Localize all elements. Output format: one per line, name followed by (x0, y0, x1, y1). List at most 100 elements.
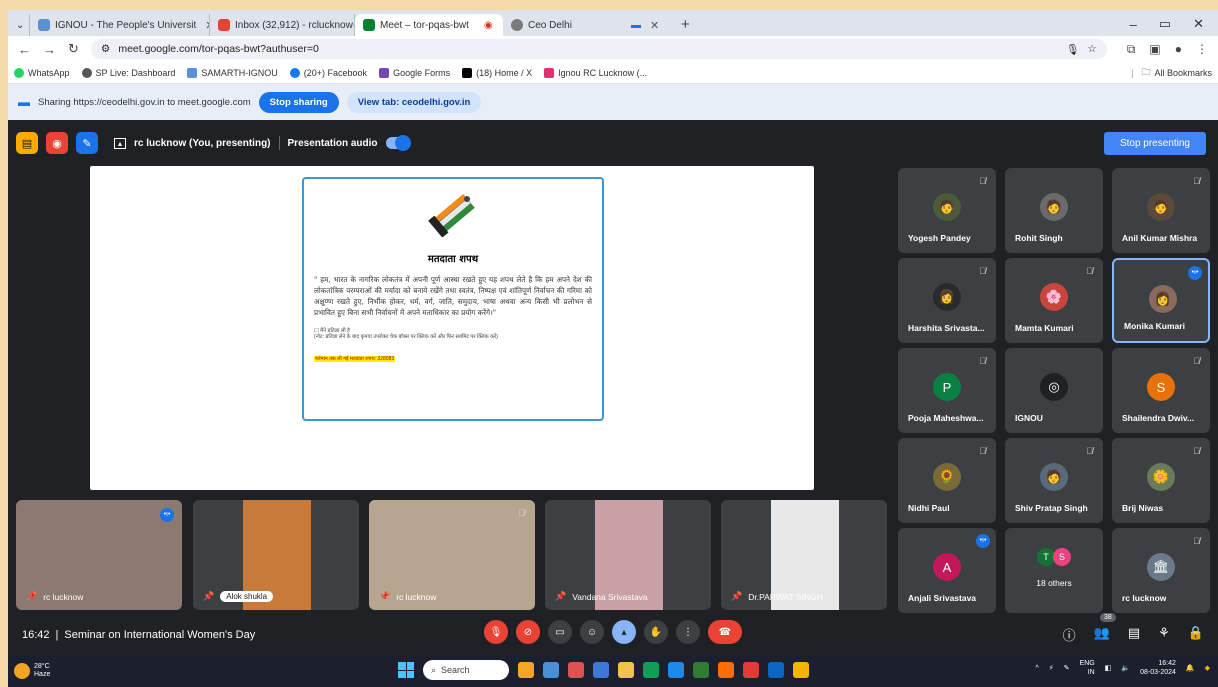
volume-icon[interactable]: 🔈 (1121, 664, 1130, 672)
notification-icon[interactable]: 🔔 (1186, 664, 1195, 672)
pin-icon[interactable]: 📌 (731, 591, 742, 602)
video-tile[interactable]: 📌 Vandana Srivastava (545, 500, 711, 610)
tab-meet[interactable]: Meet – tor-pqas-bwt ◉ ✕ (355, 14, 503, 36)
video-tile[interactable]: 📌 Dr.PARWAT SINGH (721, 500, 887, 610)
pen-icon[interactable]: ✎ (1064, 664, 1070, 672)
copilot-icon[interactable]: ◆ (1205, 664, 1210, 672)
tray-chevron-icon[interactable]: ^ (1035, 665, 1038, 672)
participant-tile[interactable]: P Pooja Maheshwa... 🎙̸ (898, 348, 996, 433)
record-icon[interactable]: ◉ (46, 132, 68, 154)
participant-tile[interactable]: 🧑 Yogesh Pandey 🎙̸ (898, 168, 996, 253)
participant-tile[interactable]: 🧑 Anil Kumar Mishra 🎙̸ (1112, 168, 1210, 253)
tab-search-button[interactable]: ⌄ (8, 14, 30, 36)
pin-icon[interactable]: 📌 (379, 591, 390, 602)
leave-call-icon[interactable]: ☎ (708, 620, 742, 644)
participant-tile[interactable]: A Anjali Srivastava •ı• (898, 528, 996, 613)
stop-sharing-button[interactable]: Stop sharing (258, 91, 339, 113)
participant-tile[interactable]: 🌼 Brij Niwas 🎙̸ (1112, 438, 1210, 523)
view-tab-button[interactable]: View tab: ceodelhi.gov.in (346, 91, 482, 113)
bookmark-google-forms[interactable]: Google Forms (379, 67, 450, 78)
taskbar-app-icon[interactable] (593, 662, 609, 678)
taskbar-app-icon[interactable] (618, 662, 634, 678)
taskbar-app-icon[interactable] (718, 662, 734, 678)
activities-icon[interactable]: ⚘ (1158, 625, 1170, 644)
participant-tile[interactable]: T S 18 others (1005, 528, 1103, 613)
taskbar-app-icon[interactable] (768, 662, 784, 678)
bookmark-samarth[interactable]: SAMARTH-IGNOU (187, 67, 278, 78)
back-icon[interactable]: ← (18, 42, 31, 57)
tab-inbox[interactable]: Inbox (32,912) - rclucknow@ig ✕ (210, 14, 355, 36)
participant-tile[interactable]: S Shailendra Dwiv... 🎙̸ (1112, 348, 1210, 433)
tab-ignou[interactable]: IGNOU - The People's Universit ✕ (30, 14, 210, 36)
pin-icon[interactable]: 📌 (26, 591, 37, 602)
language[interactable]: ENG (1080, 659, 1095, 668)
taskbar-app-icon[interactable] (693, 662, 709, 678)
captions-icon[interactable]: ▭ (548, 620, 572, 644)
participant-tile[interactable]: 🌻 Nidhi Paul 🎙̸ (898, 438, 996, 523)
participant-tile[interactable]: 🧑 Shiv Pratap Singh 🎙̸ (1005, 438, 1103, 523)
extensions-icon[interactable]: ⧉ (1127, 42, 1136, 57)
participant-tile[interactable]: 🧑 Rohit Singh (1005, 168, 1103, 253)
close-icon[interactable]: ✕ (650, 19, 659, 32)
reload-icon[interactable]: ↻ (68, 41, 79, 57)
participant-tile[interactable]: 🏛 rc lucknow 🎙̸ (1112, 528, 1210, 613)
share-edit-icon[interactable]: ✎ (76, 132, 98, 154)
taskbar-app-icon[interactable] (518, 662, 534, 678)
tab-sharing[interactable]: ▬ ✕ (623, 14, 673, 36)
participant-tile[interactable]: 🌸 Mamta Kumari 🎙̸ (1005, 258, 1103, 343)
whiteboard-icon[interactable]: ▤ (16, 132, 38, 154)
participant-name: Brij Niwas (1122, 503, 1164, 513)
weather-widget[interactable]: 28°C Haze (14, 663, 50, 679)
new-tab-button[interactable]: + (673, 14, 698, 36)
presentation-audio-toggle[interactable] (385, 135, 411, 151)
video-tile[interactable]: 📌 Alok shukla (193, 500, 359, 610)
participant-tile[interactable]: 👩 Harshita Srivasta... 🎙̸ (898, 258, 996, 343)
host-controls-icon[interactable]: 🔒 (1188, 625, 1204, 644)
bookmark-facebook[interactable]: (20+) Facebook (289, 67, 367, 78)
present-icon[interactable]: ▴ (612, 620, 636, 644)
taskbar-app-icon[interactable] (668, 662, 684, 678)
all-bookmarks[interactable]: 🗀 All Bookmarks (1141, 65, 1212, 81)
bookmark-whatsapp[interactable]: WhatsApp (14, 67, 70, 78)
minimize-icon[interactable]: – (1130, 17, 1137, 32)
profile-icon[interactable]: ● (1175, 42, 1182, 57)
people-icon[interactable]: 👥 (1094, 625, 1110, 644)
taskbar-search[interactable]: ⌕ Search (423, 660, 509, 680)
bookmark-instagram[interactable]: Ignou RC Lucknow (... (544, 67, 647, 78)
taskbar-app-icon[interactable] (568, 662, 584, 678)
raise-hand-icon[interactable]: ✋ (644, 620, 668, 644)
wifi-icon[interactable]: ◧ (1105, 664, 1112, 672)
bookmark-sp-live[interactable]: SP Live: Dashboard (81, 67, 175, 78)
url-bar[interactable]: ⚙ meet.google.com/tor-pqas-bwt?authuser=… (90, 39, 1107, 59)
taskbar-app-icon[interactable] (643, 662, 659, 678)
more-options-icon[interactable]: ⋮ (676, 620, 700, 644)
start-icon[interactable] (398, 662, 414, 678)
pin-icon[interactable]: 📌 (555, 591, 566, 602)
mic-icon[interactable]: 🎙 (1066, 43, 1079, 56)
menu-icon[interactable]: ⋮ (1196, 42, 1208, 57)
stop-presenting-button[interactable]: Stop presenting (1103, 132, 1206, 155)
participant-tile[interactable]: 👩 Monika Kumari •ı• (1112, 258, 1210, 343)
video-tile[interactable]: 📌 rc lucknow 🎙̸ (369, 500, 535, 610)
pin-icon[interactable]: 📌 (203, 591, 214, 602)
sidepanel-icon[interactable]: ▣ (1149, 42, 1160, 57)
bookmark-x[interactable]: (18) Home / X (462, 67, 532, 78)
network-icon[interactable]: ⚡ (1049, 664, 1054, 672)
star-icon[interactable]: ☆ (1087, 43, 1096, 55)
taskbar-app-icon[interactable] (543, 662, 559, 678)
restore-icon[interactable]: ▭ (1159, 16, 1171, 32)
camera-off-icon[interactable]: ⊘ (516, 620, 540, 644)
site-info-icon[interactable]: ⚙ (101, 43, 110, 55)
chat-icon[interactable]: ▤ (1128, 625, 1140, 644)
forward-icon[interactable]: → (43, 42, 56, 57)
mic-off-icon[interactable]: 🎙 (484, 620, 508, 644)
close-window-icon[interactable]: ✕ (1193, 16, 1204, 32)
taskbar-app-icon[interactable] (793, 662, 809, 678)
info-icon[interactable]: ⓘ (1063, 625, 1076, 644)
clock-time[interactable]: 16:42 (1140, 659, 1176, 668)
emoji-icon[interactable]: ☺ (580, 620, 604, 644)
taskbar-app-icon[interactable] (743, 662, 759, 678)
participant-tile[interactable]: ◎ IGNOU (1005, 348, 1103, 433)
tab-ceo-delhi[interactable]: Ceo Delhi (503, 14, 623, 36)
video-tile[interactable]: 📌 rc lucknow •ı• (16, 500, 182, 610)
